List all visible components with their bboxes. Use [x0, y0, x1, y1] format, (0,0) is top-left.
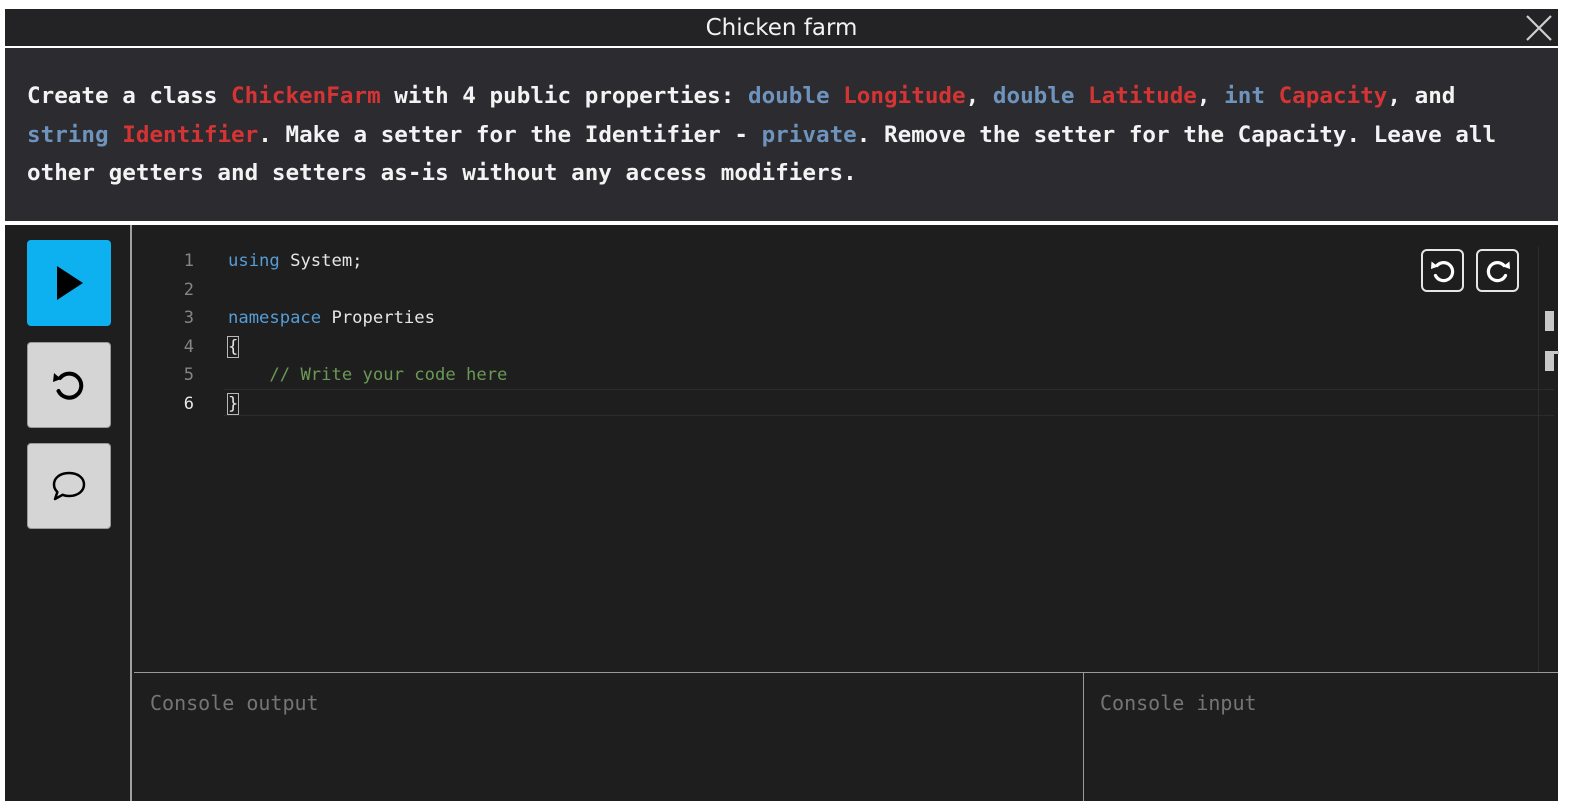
chat-icon: [52, 471, 86, 501]
line-number: 2: [183, 279, 194, 300]
code-text: Properties: [321, 308, 435, 328]
scrollbar-marker: [1545, 351, 1559, 354]
scrollbar-marker: [1545, 351, 1554, 371]
code-line[interactable]: using System;: [228, 247, 1528, 276]
code-keyword: namespace: [228, 308, 322, 328]
task-text-kw: private: [761, 121, 857, 148]
console-input[interactable]: [1084, 672, 1558, 801]
line-number: 3: [183, 308, 194, 328]
window-title: Chicken farm: [705, 14, 858, 41]
code-editor[interactable]: 1 2 3 4 5 6 using System; namespace Propertie…: [134, 225, 1559, 672]
task-text-plain: [1074, 83, 1088, 109]
code-comment: // Write your code here: [269, 365, 508, 385]
chat-button[interactable]: [27, 443, 111, 529]
close-button[interactable]: [1524, 13, 1554, 43]
line-number: 1: [183, 251, 194, 271]
console-output[interactable]: [134, 672, 1084, 801]
line-number: 5: [183, 365, 194, 385]
task-text-plain: , and: [1387, 83, 1456, 109]
play-icon: [57, 266, 83, 300]
task-text-kw: double: [747, 83, 830, 109]
console-output-field[interactable]: [150, 691, 1067, 783]
undo-button[interactable]: [1421, 249, 1464, 292]
task-text-plain: ,: [1196, 83, 1225, 109]
task-text-id: Capacity: [1278, 83, 1388, 109]
line-number: 4: [183, 336, 194, 357]
window-titlebar: Chicken farm: [5, 9, 1558, 46]
code-area[interactable]: using System; namespace Properties { // …: [226, 247, 1528, 419]
redo-button[interactable]: [1476, 249, 1519, 292]
task-text-id: Latitude: [1088, 83, 1197, 109]
editor-scrollbar[interactable]: [1538, 247, 1559, 672]
task-text-kw: double: [992, 83, 1075, 109]
code-line[interactable]: [228, 276, 1528, 305]
task-text-plain: [830, 83, 844, 109]
code-keyword: using: [228, 251, 280, 271]
task-text-kw: int: [1224, 83, 1265, 109]
reset-icon: [53, 371, 84, 400]
task-text-plain: Create a class: [27, 83, 232, 109]
task-text-plain: ,: [965, 83, 993, 109]
task-text-id: ChickenFarm: [231, 83, 381, 109]
task-text-plain: . Make a setter for the Identifier -: [258, 121, 762, 148]
code-line[interactable]: // Write your code here: [228, 361, 1528, 390]
code-brace: }: [226, 392, 240, 415]
run-button[interactable]: [27, 240, 111, 326]
redo-icon: [1486, 260, 1510, 282]
reset-code-button[interactable]: [27, 342, 111, 428]
close-icon: [1526, 15, 1552, 41]
code-brace: {: [226, 335, 240, 358]
line-number: 6: [183, 393, 194, 414]
task-text-plain: [109, 122, 123, 148]
task-text-id: Identifier: [122, 121, 259, 148]
workspace: 1 2 3 4 5 6 using System; namespace Propertie…: [5, 225, 1559, 801]
code-line[interactable]: {: [226, 333, 1528, 362]
action-sidebar: [5, 225, 132, 801]
undo-icon: [1430, 260, 1454, 282]
code-line[interactable]: namespace Properties: [228, 304, 1528, 333]
code-text: System;: [279, 251, 363, 271]
code-line[interactable]: }: [226, 390, 1528, 419]
task-text-kw: string: [27, 121, 109, 148]
task-description: Create a class ChickenFarm with 4 public…: [5, 48, 1558, 221]
task-text-id: Longitude: [843, 83, 966, 109]
task-text-plain: [1265, 83, 1279, 109]
scrollbar-marker: [1545, 311, 1554, 331]
console-input-field[interactable]: [1100, 691, 1542, 783]
line-number-gutter: 1 2 3 4 5 6: [134, 247, 194, 418]
task-text-plain: with 4 public properties:: [380, 83, 748, 109]
